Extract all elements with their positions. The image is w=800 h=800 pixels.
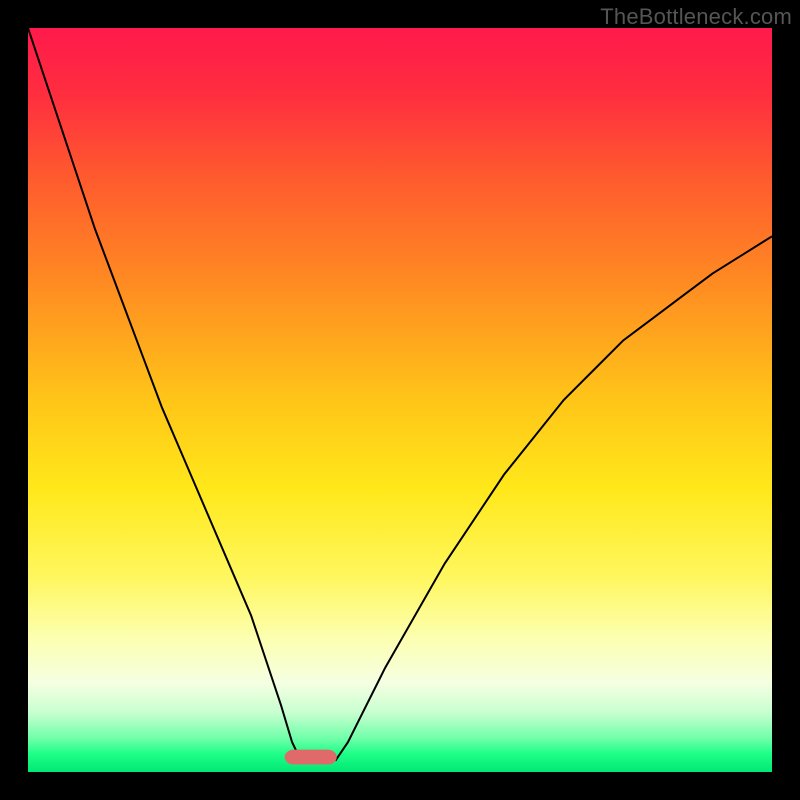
chart-frame: TheBottleneck.com	[0, 0, 800, 800]
chart-background	[28, 28, 772, 772]
bottleneck-marker	[285, 750, 337, 765]
watermark-text: TheBottleneck.com	[600, 4, 792, 30]
chart-svg	[28, 28, 772, 772]
plot-area	[28, 28, 772, 772]
